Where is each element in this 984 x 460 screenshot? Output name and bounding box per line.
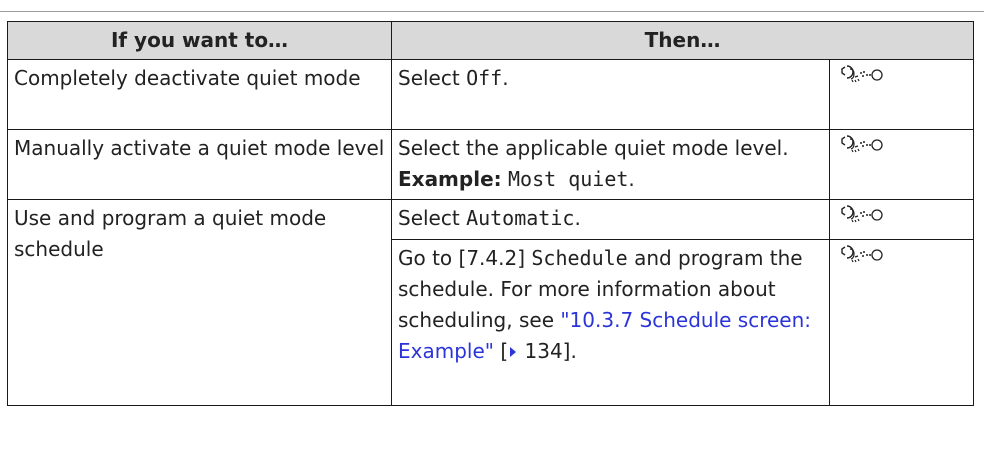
icon-cell bbox=[829, 199, 974, 240]
table-row: Use and program a quiet mode schedule Se… bbox=[7, 199, 974, 406]
punctuation: . bbox=[628, 167, 635, 191]
user-interface-icon bbox=[841, 245, 883, 263]
setting-value: Automatic bbox=[466, 206, 575, 230]
header-then: Then… bbox=[391, 21, 974, 60]
setting-value: Off bbox=[466, 66, 503, 90]
punctuation: . bbox=[502, 66, 509, 90]
table-row: Manually activate a quiet mode level Sel… bbox=[7, 129, 974, 200]
example-label: Example: bbox=[398, 167, 502, 191]
condition-cell: Manually activate a quiet mode level bbox=[7, 129, 392, 200]
punctuation: [ bbox=[493, 339, 509, 363]
condition-cell: Use and program a quiet mode schedule bbox=[7, 199, 392, 406]
top-divider bbox=[0, 11, 984, 12]
icon-cell bbox=[829, 239, 974, 406]
page-reference-number: 134 bbox=[518, 339, 563, 363]
action-cell: Go to [7.4.2] Schedule and program the s… bbox=[391, 239, 830, 406]
user-interface-icon bbox=[841, 65, 883, 83]
setting-value: Most quiet bbox=[508, 167, 629, 191]
document-page: If you want to… Then… Completely deactiv… bbox=[0, 0, 984, 460]
action-text: Select bbox=[398, 206, 467, 230]
page-reference-arrow-icon bbox=[510, 347, 517, 357]
punctuation: . bbox=[574, 206, 581, 230]
user-interface-icon bbox=[841, 205, 883, 223]
action-cell: Select Off. bbox=[391, 59, 830, 130]
punctuation: ]. bbox=[562, 339, 577, 363]
icon-cell bbox=[829, 59, 974, 130]
setting-value: Schedule bbox=[531, 246, 628, 270]
header-if-you-want-to: If you want to… bbox=[7, 21, 392, 60]
action-cell: Select the applicable quiet mode level. … bbox=[391, 129, 830, 200]
user-interface-icon bbox=[841, 135, 883, 153]
condition-cell: Completely deactivate quiet mode bbox=[7, 59, 392, 130]
action-cell: Select Automatic. bbox=[391, 199, 830, 240]
table-row: Completely deactivate quiet mode Select … bbox=[7, 59, 974, 130]
condition-text: Manually activate a quiet mode level bbox=[14, 136, 385, 160]
action-text: Select bbox=[398, 66, 467, 90]
action-text: Go to [7.4.2] bbox=[398, 246, 532, 270]
quiet-mode-table: If you want to… Then… Completely deactiv… bbox=[7, 21, 974, 406]
action-text: Select the applicable quiet mode level. bbox=[398, 136, 789, 160]
icon-cell bbox=[829, 129, 974, 200]
condition-text: Use and program a quiet mode schedule bbox=[14, 206, 327, 261]
table-header-row: If you want to… Then… bbox=[7, 21, 974, 60]
condition-text: Completely deactivate quiet mode bbox=[14, 66, 361, 90]
